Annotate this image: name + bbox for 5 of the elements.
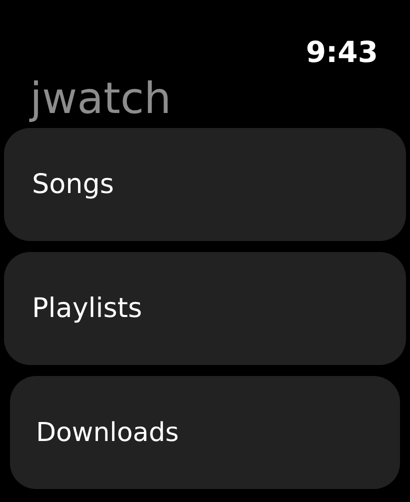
menu-item[interactable]: Playlists [4, 252, 406, 365]
menu-item[interactable]: Downloads [10, 376, 400, 489]
menu-item[interactable]: Songs [4, 128, 406, 241]
clock-time: 9:43 [306, 34, 378, 71]
app-title: jwatch [28, 74, 172, 126]
